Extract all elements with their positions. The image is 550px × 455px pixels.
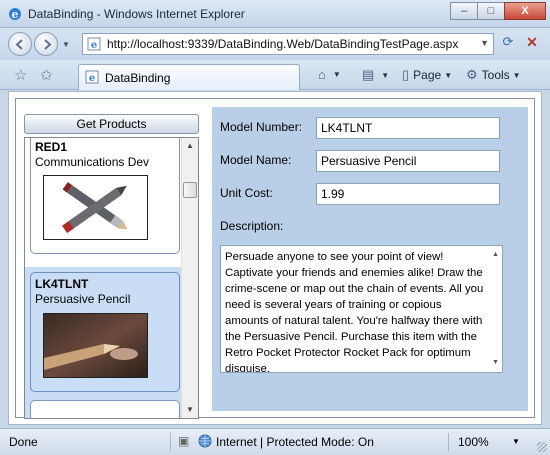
list-item[interactable] bbox=[30, 400, 180, 418]
printer-icon: ▤ bbox=[362, 67, 375, 82]
status-separator bbox=[170, 433, 171, 451]
home-icon: ⌂ bbox=[318, 67, 326, 82]
stop-icon[interactable]: ✕ bbox=[522, 34, 542, 54]
home-button[interactable]: ⌂ ▼ bbox=[318, 67, 341, 82]
listbox-scrollbar[interactable]: ▲ ▼ bbox=[181, 138, 198, 418]
list-item[interactable]: RED1 Communications Dev bbox=[30, 138, 180, 254]
page-icon: ▯ bbox=[402, 67, 410, 82]
description-text: Persuade anyone to see your point of vie… bbox=[225, 251, 484, 373]
description-textbox[interactable]: Persuade anyone to see your point of vie… bbox=[220, 245, 503, 373]
globe-icon bbox=[198, 434, 212, 448]
print-dropdown-icon: ▼ bbox=[381, 70, 390, 80]
list-item-selected[interactable]: LK4TLNT Persuasive Pencil bbox=[30, 272, 180, 392]
pencil-closeup-image bbox=[44, 314, 147, 377]
get-products-button[interactable]: Get Products bbox=[24, 114, 199, 134]
zoom-level[interactable]: 100% bbox=[458, 435, 489, 449]
status-separator bbox=[448, 433, 449, 451]
status-text: Done bbox=[9, 435, 38, 449]
tools-menu[interactable]: ⚙ Tools ▼ bbox=[466, 67, 521, 83]
products-listbox[interactable]: RED1 Communications Dev LK4TLNT Persuasi… bbox=[24, 137, 199, 419]
tools-dropdown-icon: ▼ bbox=[512, 70, 521, 80]
scroll-down-icon[interactable]: ▼ bbox=[492, 355, 499, 371]
refresh-icon[interactable]: ⟳ bbox=[498, 34, 518, 54]
scroll-up-icon[interactable]: ▲ bbox=[182, 138, 198, 154]
status-bar: Done ▣ Internet | Protected Mode: On 100… bbox=[0, 428, 550, 455]
address-url[interactable]: http://localhost:9339/DataBinding.Web/Da… bbox=[107, 37, 458, 51]
add-favorites-icon[interactable]: ✩ bbox=[40, 66, 53, 84]
navigation-bar: ▼ e http://localhost:9339/DataBinding.We… bbox=[0, 28, 550, 60]
page-menu[interactable]: ▯ Page ▼ bbox=[402, 67, 452, 83]
item-model-name: Communications Dev bbox=[35, 155, 150, 169]
model-name-field[interactable]: Persuasive Pencil bbox=[316, 150, 500, 172]
tab-databinding[interactable]: e DataBinding bbox=[78, 64, 300, 90]
svg-text:e: e bbox=[12, 8, 19, 21]
splitter[interactable] bbox=[206, 99, 210, 417]
unit-cost-label: Unit Cost: bbox=[220, 186, 273, 200]
resize-grip[interactable] bbox=[537, 442, 547, 452]
tab-command-bar: ☆ ✩ e DataBinding ⌂ ▼ ▤ ▼ ▯ Page ▼ ⚙ Tools ▼ bbox=[0, 60, 550, 90]
forward-button[interactable] bbox=[34, 32, 58, 56]
back-button[interactable] bbox=[8, 32, 32, 56]
scroll-thumb[interactable] bbox=[183, 182, 197, 198]
window-title: DataBinding - Windows Internet Explorer bbox=[28, 7, 245, 21]
ie-logo-icon: e bbox=[9, 8, 21, 21]
address-dropdown-icon[interactable]: ▼ bbox=[480, 38, 489, 48]
security-zone[interactable]: Internet | Protected Mode: On bbox=[216, 435, 374, 449]
page-dropdown-icon: ▼ bbox=[444, 70, 453, 80]
home-dropdown-icon: ▼ bbox=[332, 70, 341, 79]
silverlight-app: Get Products RED1 Communications Dev LK4… bbox=[15, 98, 535, 419]
description-scrollbar[interactable]: ▲ ▼ bbox=[491, 247, 501, 371]
model-number-label: Model Number: bbox=[220, 120, 303, 134]
recent-pages-dropdown-icon[interactable]: ▼ bbox=[62, 40, 70, 49]
title-bar: e DataBinding - Windows Internet Explore… bbox=[0, 0, 550, 28]
print-button[interactable]: ▤ ▼ bbox=[362, 67, 389, 83]
scroll-up-icon[interactable]: ▲ bbox=[492, 247, 499, 263]
scroll-down-icon[interactable]: ▼ bbox=[182, 402, 198, 418]
forward-arrow-icon bbox=[44, 39, 52, 50]
close-button[interactable]: X bbox=[504, 2, 546, 20]
zoom-dropdown-icon[interactable]: ▼ bbox=[512, 437, 520, 446]
item-model-name: Persuasive Pencil bbox=[35, 292, 131, 306]
address-bar[interactable]: e http://localhost:9339/DataBinding.Web/… bbox=[82, 33, 494, 55]
window-controls: – □ X bbox=[450, 2, 546, 22]
maximize-button[interactable]: □ bbox=[477, 2, 505, 20]
page-label: Page bbox=[413, 68, 442, 82]
product-image bbox=[43, 313, 148, 378]
product-image bbox=[43, 175, 148, 240]
protected-mode-icon[interactable]: ▣ bbox=[178, 434, 189, 448]
svg-text:e: e bbox=[89, 73, 95, 84]
back-arrow-icon bbox=[15, 39, 23, 50]
product-detail-panel: Model Number: LK4TLNT Model Name: Persua… bbox=[212, 107, 528, 411]
gear-icon: ⚙ bbox=[466, 67, 478, 82]
crossed-pens-image bbox=[44, 176, 147, 239]
model-number-field[interactable]: LK4TLNT bbox=[316, 117, 500, 139]
unit-cost-field[interactable]: 1.99 bbox=[316, 183, 500, 205]
page-viewport: Get Products RED1 Communications Dev LK4… bbox=[8, 91, 542, 425]
svg-text:e: e bbox=[91, 40, 97, 51]
item-model-number: RED1 bbox=[35, 140, 68, 154]
tools-label: Tools bbox=[481, 68, 510, 82]
favorites-star-icon[interactable]: ☆ bbox=[14, 66, 27, 84]
description-label: Description: bbox=[220, 219, 284, 233]
page-ie-icon: e bbox=[85, 70, 99, 84]
page-ie-icon: e bbox=[87, 37, 101, 51]
model-name-label: Model Name: bbox=[220, 153, 292, 167]
item-model-number: LK4TLNT bbox=[35, 277, 89, 291]
minimize-button[interactable]: – bbox=[450, 2, 478, 20]
tab-label: DataBinding bbox=[105, 71, 171, 85]
